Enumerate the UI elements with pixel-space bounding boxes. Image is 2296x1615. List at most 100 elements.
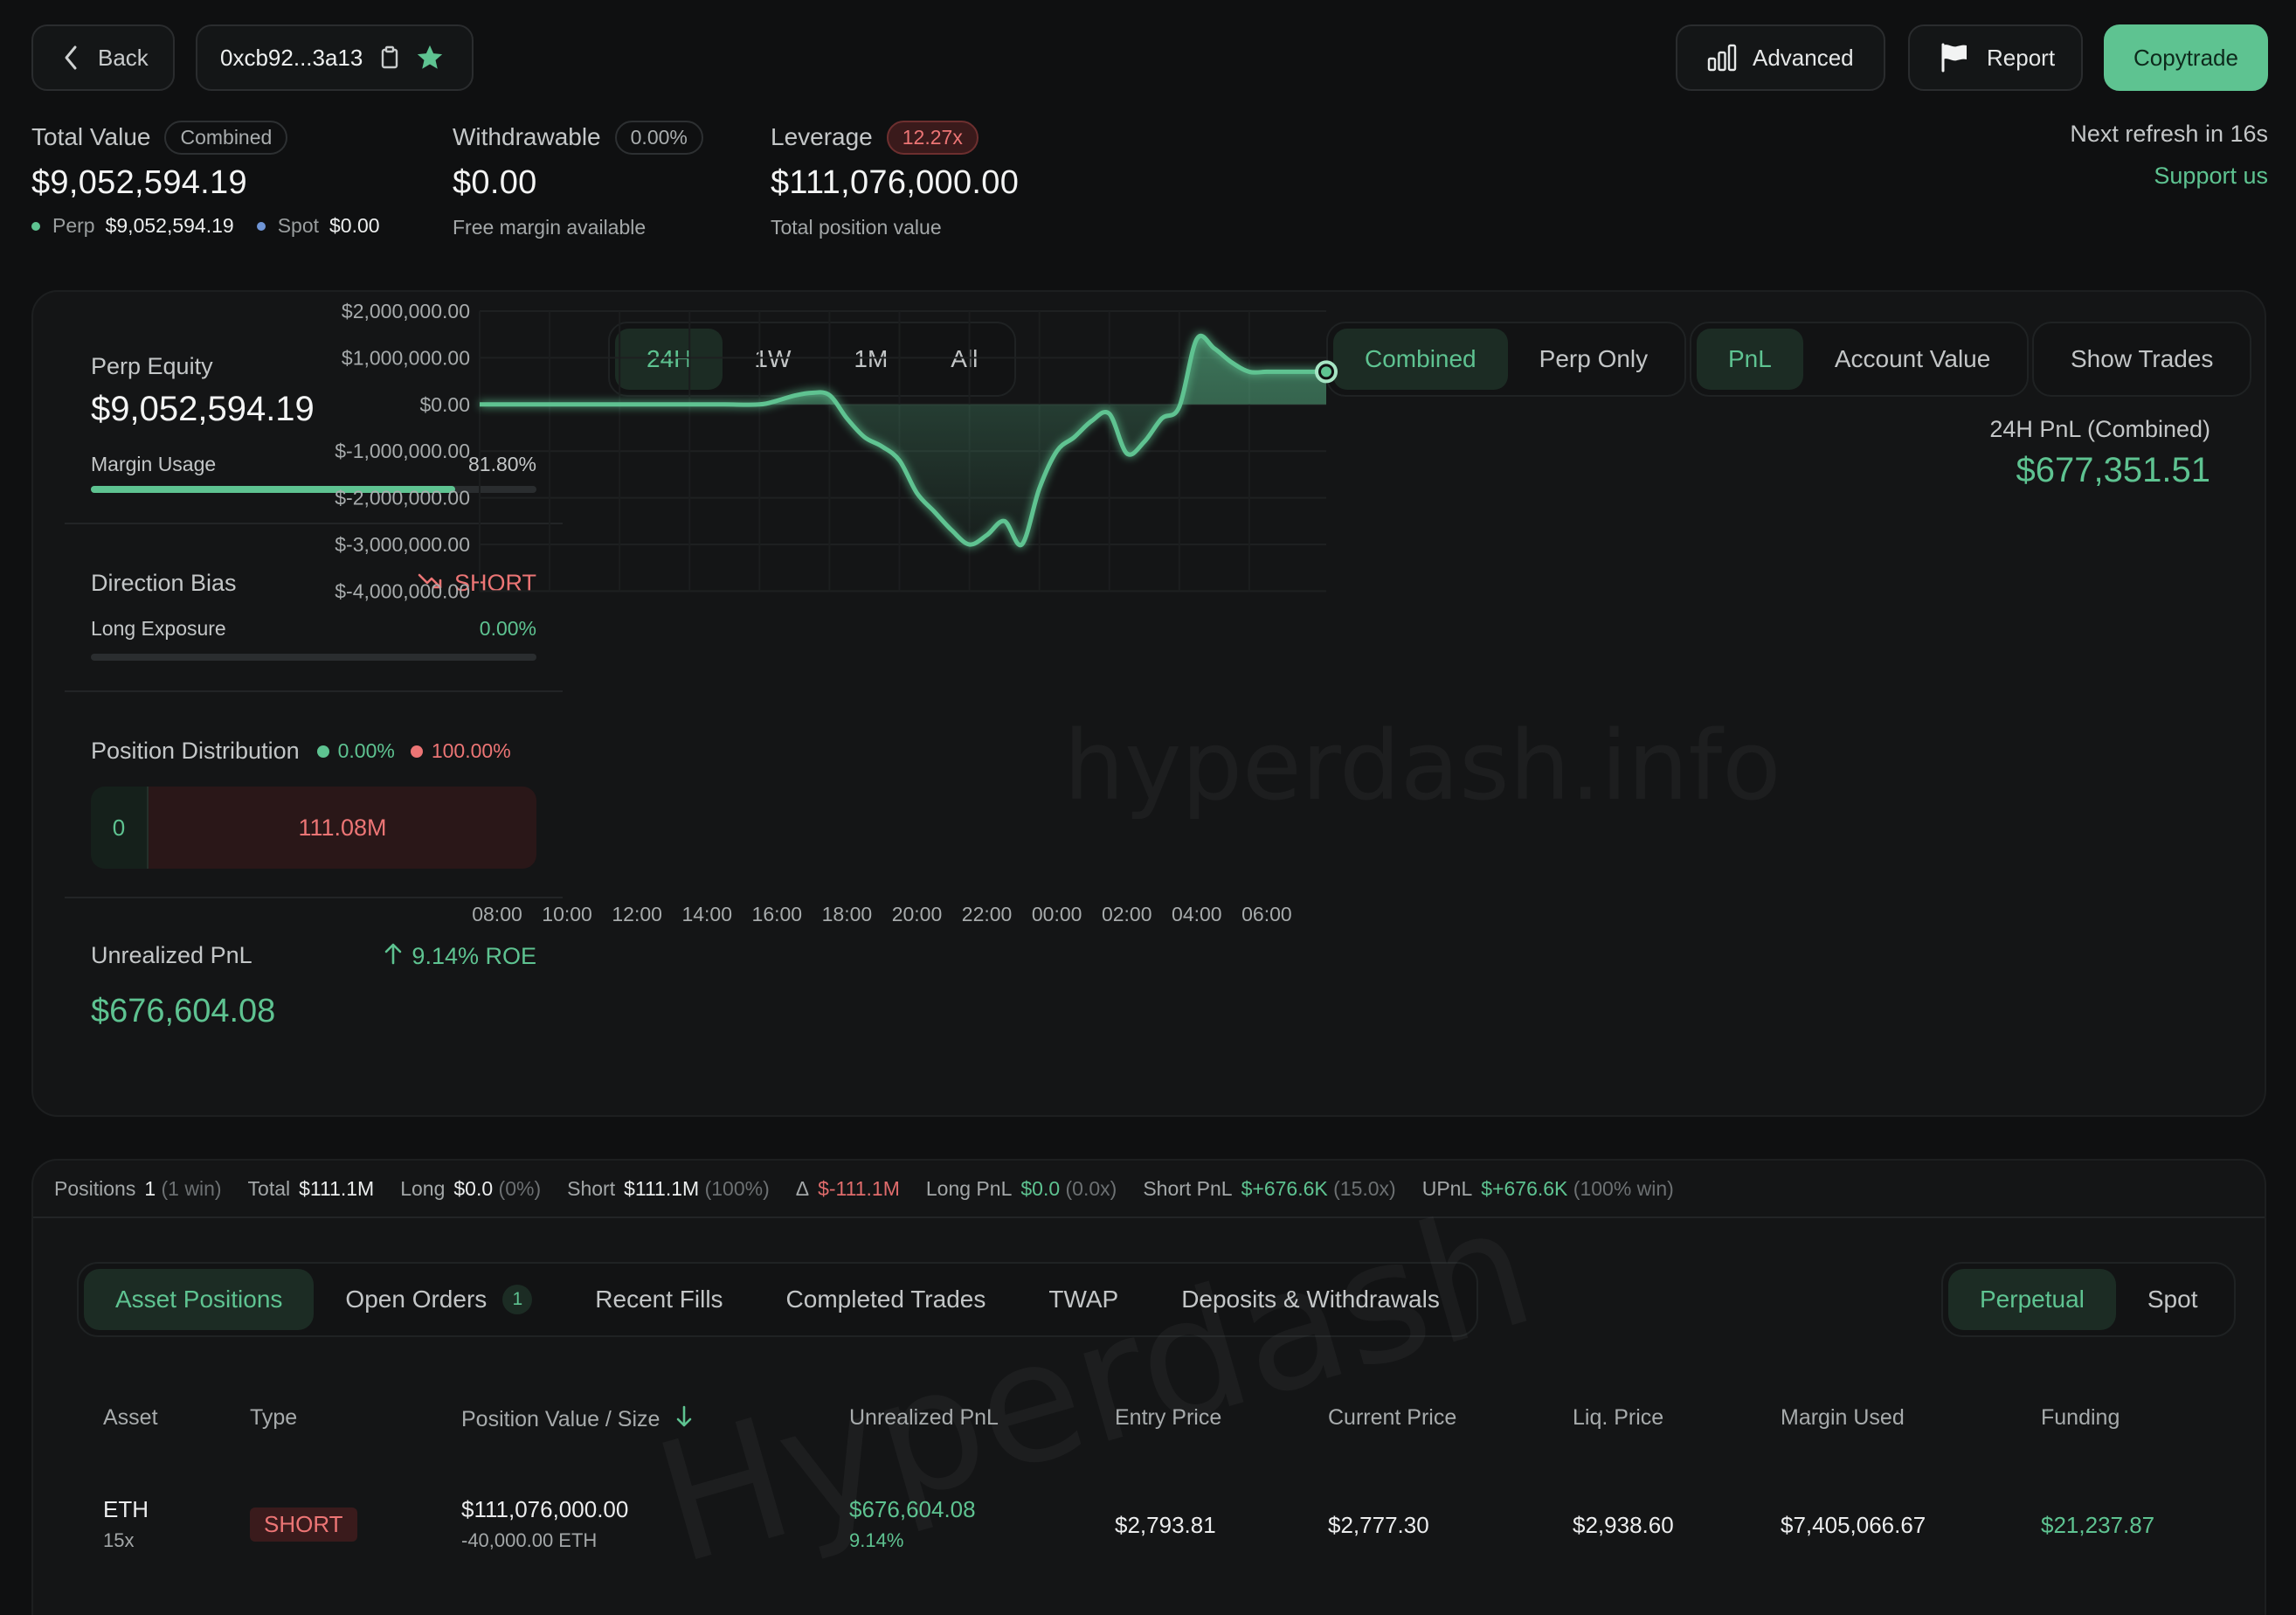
report-label: Report	[1987, 44, 2056, 71]
header-entry-price: Entry Price	[1115, 1405, 1222, 1430]
summary-long-pnl-value: $0.0	[1020, 1176, 1061, 1200]
tab-asset-positions[interactable]: Asset Positions	[84, 1269, 315, 1330]
summary-positions-value: 1	[144, 1176, 156, 1200]
header-margin-used: Margin Used	[1781, 1405, 1905, 1430]
x-tick-label: 08:00	[472, 903, 522, 925]
y-tick-label: $-2,000,000.00	[335, 487, 470, 509]
tab-open-orders-label: Open Orders	[345, 1286, 488, 1313]
refresh-countdown: Next refresh in 16s	[2070, 121, 2268, 147]
withdrawable-label: Withdrawable	[453, 123, 601, 150]
summary-upnl-label: UPnL	[1421, 1176, 1473, 1200]
advanced-button[interactable]: Advanced	[1676, 24, 1885, 91]
header-funding: Funding	[2041, 1405, 2120, 1430]
back-button[interactable]: Back	[31, 24, 175, 91]
position-type-badge: SHORT	[250, 1508, 357, 1542]
x-tick-label: 22:00	[962, 903, 1013, 925]
wallet-address[interactable]: 0xcb92...3a13	[220, 45, 363, 72]
summary-long-value: $0.0	[453, 1176, 494, 1200]
market-spot[interactable]: Spot	[2116, 1269, 2230, 1330]
summary-short-pnl-note: (15.0x)	[1333, 1176, 1396, 1200]
summary-upnl: UPnL $+676.6K (100% win)	[1422, 1177, 1674, 1201]
copytrade-label: Copytrade	[2133, 44, 2238, 71]
withdrawable-block: Withdrawable 0.00% $0.00 Free margin ava…	[453, 119, 703, 239]
summary-long-note: (0%)	[498, 1176, 542, 1200]
x-tick-label: 04:00	[1172, 903, 1222, 925]
position-value: $111,076,000.00	[461, 1496, 629, 1522]
x-tick-label: 14:00	[681, 903, 732, 925]
summary-delta-value: $-111.1M	[818, 1176, 900, 1200]
summary-delta-label: Δ	[795, 1176, 810, 1200]
header-unrealized-pnl: Unrealized PnL	[849, 1405, 999, 1430]
y-tick-label: $1,000,000.00	[342, 346, 470, 369]
address-pill: 0xcb92...3a13	[196, 24, 474, 91]
summary-short-note: (100%)	[704, 1176, 770, 1200]
y-tick-label: $2,000,000.00	[342, 300, 470, 322]
pnl-chart: hyperdash.info $2,000,000.00 $1,000,000.0…	[335, 300, 1781, 925]
star-icon[interactable]	[415, 43, 445, 73]
y-tick-label: $-4,000,000.00	[335, 579, 470, 602]
withdrawable-chip: 0.00%	[614, 120, 703, 155]
open-orders-count: 1	[502, 1285, 533, 1314]
tab-completed-trades[interactable]: Completed Trades	[755, 1269, 1018, 1330]
summary-total-value: $111.1M	[299, 1176, 375, 1200]
header-position-value[interactable]: Position Value / Size	[461, 1405, 693, 1434]
positions-tabs: Asset Positions Open Orders 1 Recent Fill…	[77, 1262, 1478, 1337]
summary-long-pnl-note: (0.0x)	[1065, 1176, 1117, 1200]
total-value: $9,052,594.19	[31, 164, 247, 201]
summary-short-value: $111.1M	[624, 1176, 700, 1200]
funding-value: $21,237.87	[2041, 1512, 2155, 1538]
table-row[interactable]: ETH 15x $111,076,000.00 -40,000.00 ETH $…	[31, 1477, 2266, 1573]
copy-icon[interactable]	[380, 45, 399, 70]
report-button[interactable]: Report	[1908, 24, 2083, 91]
perp-dot-icon	[31, 221, 40, 231]
support-link[interactable]: Support us	[2154, 163, 2268, 190]
x-tick-label: 12:00	[612, 903, 662, 925]
leverage-label: Leverage	[771, 123, 873, 150]
summary-positions: Positions 1 (1 win)	[54, 1177, 222, 1201]
summary-long-label: Long	[400, 1176, 446, 1200]
entry-price: $2,793.81	[1115, 1512, 1216, 1538]
summary-total: Total $111.1M	[248, 1177, 375, 1201]
x-tick-label: 02:00	[1102, 903, 1152, 925]
header-liq-price: Liq. Price	[1573, 1405, 1664, 1430]
bar-chart-icon	[1707, 44, 1737, 72]
advanced-label: Advanced	[1753, 44, 1854, 71]
tab-open-orders[interactable]: Open Orders 1	[314, 1269, 564, 1330]
summary-short-pnl-label: Short PnL	[1143, 1176, 1233, 1200]
x-tick-label: 18:00	[822, 903, 873, 925]
margin-used: $7,405,066.67	[1781, 1512, 1926, 1538]
header-type: Type	[250, 1405, 298, 1430]
position-size: -40,000.00 ETH	[461, 1529, 598, 1551]
asset-symbol: ETH	[103, 1496, 149, 1522]
page: Back 0xcb92...3a13 Advanced Report Copyt…	[0, 0, 2296, 1615]
spot-value: $0.00	[329, 214, 380, 237]
summary-positions-label: Positions	[54, 1176, 136, 1200]
y-tick-label: $0.00	[419, 393, 470, 416]
tab-deposits-withdrawals[interactable]: Deposits & Withdrawals	[1150, 1269, 1471, 1330]
withdrawable-value: $0.00	[453, 164, 537, 201]
overview-panel: Perp Equity $9,052,594.19 Margin Usage 8…	[31, 290, 2266, 1117]
current-price: $2,777.30	[1328, 1512, 1429, 1538]
flag-icon	[1940, 43, 1969, 73]
summary-short-label: Short	[567, 1176, 616, 1200]
summary-long-pnl: Long PnL $0.0 (0.0x)	[926, 1177, 1117, 1201]
tab-twap[interactable]: TWAP	[1017, 1269, 1150, 1330]
summary-upnl-value: $+676.6K	[1481, 1176, 1568, 1200]
header-current-price: Current Price	[1328, 1405, 1457, 1430]
positions-summary-bar: Positions 1 (1 win) Total $111.1M Long $0.0…	[33, 1161, 2265, 1218]
leverage-chip: 12.27x	[886, 120, 979, 155]
tab-recent-fills[interactable]: Recent Fills	[564, 1269, 754, 1330]
copytrade-button[interactable]: Copytrade	[2104, 24, 2268, 91]
summary-total-label: Total	[247, 1176, 291, 1200]
leverage-block: Leverage 12.27x $111,076,000.00 Total po…	[771, 119, 1019, 239]
pnl-endpoint-dot	[1321, 366, 1331, 378]
market-type-selector: Perpetual Spot	[1941, 1262, 2237, 1337]
summary-short-pnl: Short PnL $+676.6K (15.0x)	[1143, 1177, 1395, 1201]
liq-price: $2,938.60	[1573, 1512, 1674, 1538]
y-tick-label: $-1,000,000.00	[335, 440, 470, 462]
x-tick-label: 10:00	[542, 903, 592, 925]
perp-label: Perp	[52, 214, 95, 237]
back-label: Back	[98, 44, 149, 71]
total-value-label: Total Value	[31, 123, 151, 150]
market-perpetual[interactable]: Perpetual	[1948, 1269, 2116, 1330]
